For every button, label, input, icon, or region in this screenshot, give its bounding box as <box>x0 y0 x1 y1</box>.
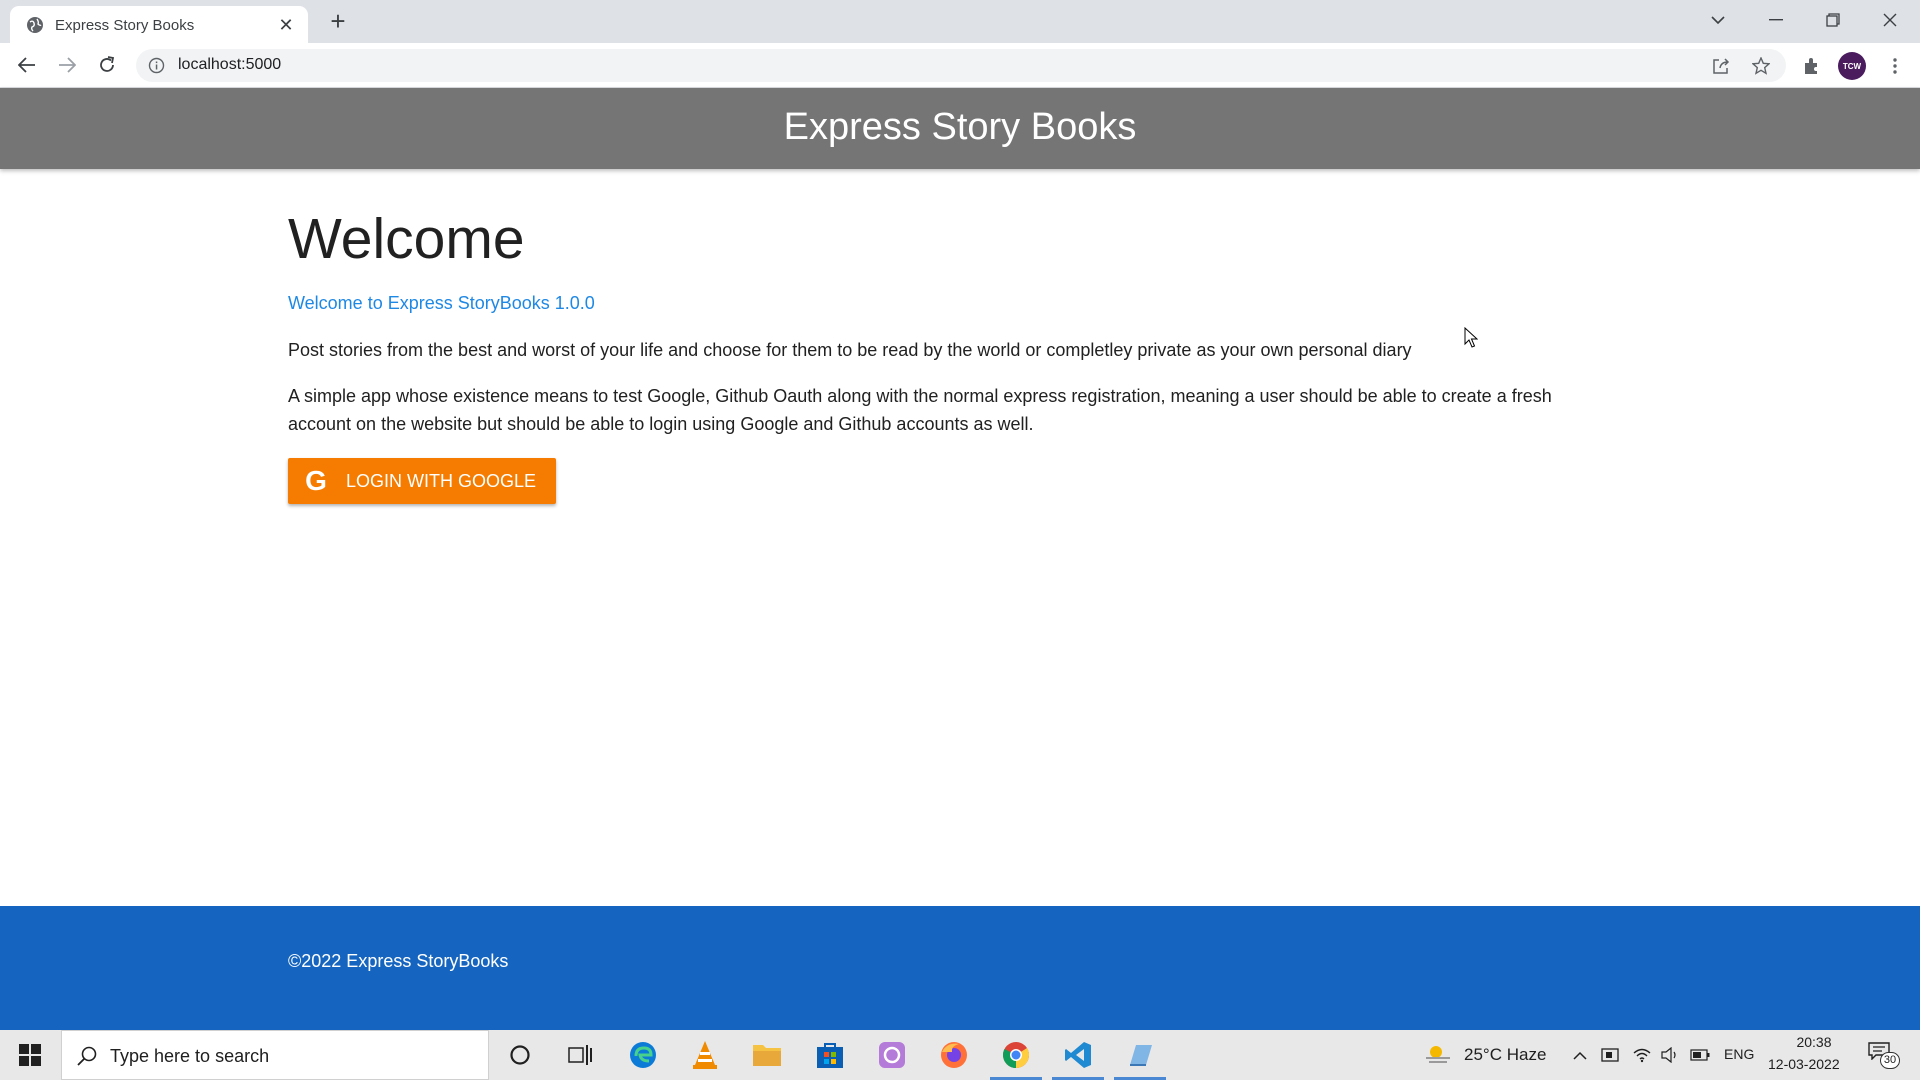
vscode-icon[interactable] <box>1048 1030 1108 1080</box>
notepad-icon[interactable] <box>1110 1030 1170 1080</box>
intro-paragraph: Post stories from the best and worst of … <box>288 340 1412 360</box>
vlc-icon[interactable] <box>675 1030 735 1080</box>
google-icon: G <box>305 465 327 496</box>
minimize-icon[interactable] <box>1748 0 1804 40</box>
chrome-icon[interactable] <box>986 1030 1046 1080</box>
search-icon <box>77 1046 97 1066</box>
tab-strip: Express Story Books ✕ + <box>0 0 1920 43</box>
extensions-icon[interactable] <box>1797 51 1827 81</box>
site-info-icon[interactable] <box>148 57 165 74</box>
notification-center-icon[interactable]: 30 <box>1868 1042 1900 1069</box>
weather-text[interactable]: 25°C Haze <box>1464 1045 1546 1065</box>
site-brand[interactable]: Express Story Books <box>0 106 1920 149</box>
firefox-icon[interactable] <box>924 1030 984 1080</box>
copyright-text: ©2022 Express StoryBooks <box>288 951 509 971</box>
taskbar-search-box[interactable]: Type here to search <box>61 1030 489 1080</box>
search-placeholder: Type here to search <box>110 1046 270 1066</box>
globe-icon <box>27 17 43 33</box>
reload-icon[interactable] <box>91 49 123 81</box>
edge-icon[interactable] <box>613 1030 673 1080</box>
meet-now-icon[interactable] <box>1600 1045 1620 1065</box>
notification-count: 30 <box>1880 1052 1900 1069</box>
description-paragraph: A simple app whose existence means to te… <box>288 386 1552 434</box>
back-icon[interactable] <box>11 49 43 81</box>
close-window-icon[interactable] <box>1862 0 1918 40</box>
restore-icon[interactable] <box>1805 0 1861 40</box>
forward-icon[interactable] <box>51 49 83 81</box>
main-content: Welcome Welcome to Express StoryBooks 1.… <box>288 205 1618 504</box>
tab-title: Express Story Books <box>55 17 195 34</box>
app-launcher-icon[interactable] <box>862 1030 922 1080</box>
share-icon[interactable] <box>1710 55 1732 77</box>
bookmark-star-icon[interactable] <box>1750 55 1772 77</box>
microsoft-store-icon[interactable] <box>800 1030 860 1080</box>
menu-kebab-icon[interactable] <box>1880 51 1910 81</box>
login-button-label: LOGIN WITH GOOGLE <box>346 470 537 491</box>
windows-start-icon[interactable] <box>0 1030 60 1080</box>
new-tab-icon[interactable]: + <box>325 8 351 34</box>
weather-haze-icon[interactable] <box>1424 1042 1452 1066</box>
login-with-google-button[interactable]: G LOGIN WITH GOOGLE <box>288 458 557 504</box>
language-indicator[interactable]: ENG <box>1724 1046 1754 1062</box>
clock-date[interactable]: 12-03-2022 <box>1768 1056 1840 1072</box>
file-explorer-icon[interactable] <box>737 1030 797 1080</box>
task-view-icon[interactable] <box>550 1030 610 1080</box>
page-title: Welcome <box>288 207 525 271</box>
browser-toolbar: localhost:5000 TCW <box>0 43 1920 88</box>
address-bar[interactable]: localhost:5000 <box>136 49 1786 82</box>
browser-tab[interactable]: Express Story Books ✕ <box>10 6 308 43</box>
profile-avatar[interactable]: TCW <box>1838 52 1866 80</box>
volume-icon[interactable] <box>1660 1045 1680 1065</box>
tab-close-icon[interactable]: ✕ <box>276 15 296 35</box>
version-subtitle: Welcome to Express StoryBooks 1.0.0 <box>288 293 595 313</box>
mouse-cursor-icon <box>1464 327 1478 348</box>
tab-search-icon[interactable] <box>1690 0 1746 40</box>
cortana-icon[interactable] <box>490 1030 550 1080</box>
chevron-up-icon[interactable] <box>1570 1045 1590 1065</box>
battery-icon[interactable] <box>1690 1045 1710 1065</box>
site-footer: ©2022 Express StoryBooks <box>0 906 1920 1030</box>
url-text[interactable]: localhost:5000 <box>178 56 281 74</box>
wifi-icon[interactable] <box>1632 1045 1652 1065</box>
site-header: Express Story Books <box>0 88 1920 169</box>
clock-time[interactable]: 20:38 <box>1786 1034 1842 1050</box>
taskbar: Type here to search 25°C Haze ENG 20:38 … <box>0 1030 1920 1080</box>
